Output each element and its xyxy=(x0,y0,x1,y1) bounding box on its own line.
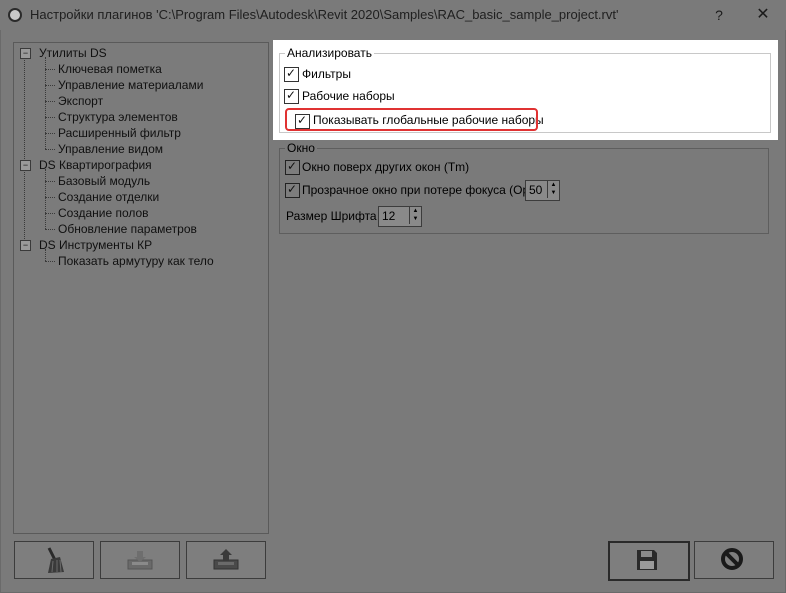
font-size-value: 12 xyxy=(382,209,396,223)
worksets-label: Рабочие наборы xyxy=(302,89,395,103)
help-button[interactable]: ? xyxy=(706,3,732,27)
analyze-title: Анализировать xyxy=(285,46,374,60)
save-button[interactable] xyxy=(608,541,690,581)
tree-item[interactable]: Создание полов xyxy=(58,206,149,220)
opacity-spinner[interactable]: 50 ▲ ▼ xyxy=(525,180,560,201)
topmost-label: Окно поверх других окон (Tm) xyxy=(302,160,470,174)
tree-item[interactable]: Базовый модуль xyxy=(58,174,150,188)
opacity-value: 50 xyxy=(529,183,543,197)
tree-group-kr-tools[interactable]: DS Инструменты КР xyxy=(39,238,152,252)
tree-group-apartments[interactable]: DS Квартирография xyxy=(39,158,152,172)
export-button[interactable] xyxy=(186,541,266,579)
tree-item[interactable]: Обновление параметров xyxy=(58,222,197,236)
tree-item[interactable]: Управление материалами xyxy=(58,78,203,92)
window-title: Настройки плагинов 'C:\Program Files\Aut… xyxy=(30,7,619,22)
tree-toggle-utilities[interactable]: − xyxy=(20,48,31,59)
tree-branch-line-2 xyxy=(45,169,46,229)
tree-toggle-kr-tools[interactable]: − xyxy=(20,240,31,251)
tree-item[interactable]: Ключевая пометка xyxy=(58,62,162,76)
app-icon xyxy=(8,8,22,22)
transparent-checkbox[interactable]: ✓ xyxy=(285,182,300,198)
tree-item[interactable]: Создание отделки xyxy=(58,190,159,204)
clear-button[interactable] xyxy=(14,541,94,579)
tree-item[interactable]: Расширенный фильтр xyxy=(58,126,181,140)
export-tray-icon xyxy=(213,549,239,570)
topmost-checkbox[interactable]: ✓ xyxy=(285,159,300,175)
window-group-title: Окно xyxy=(285,141,317,155)
filters-checkbox[interactable]: ✓ xyxy=(284,66,299,82)
plugin-tree[interactable]: − Утилиты DS Ключевая пометка Управление… xyxy=(13,42,269,534)
title-bar: Настройки плагинов 'C:\Program Files\Aut… xyxy=(0,0,786,30)
floppy-disk-icon xyxy=(637,550,657,570)
import-tray-icon xyxy=(127,551,153,570)
tree-group-utilities[interactable]: Утилиты DS xyxy=(39,46,107,60)
spinner-arrows-icon[interactable]: ▲ ▼ xyxy=(409,207,421,224)
filters-label: Фильтры xyxy=(302,67,351,81)
cancel-button[interactable] xyxy=(694,541,774,579)
tree-toggle-apartments[interactable]: − xyxy=(20,160,31,171)
tree-item[interactable]: Показать армутуру как тело xyxy=(58,254,214,268)
broom-icon xyxy=(47,547,64,573)
spinner-arrows-icon[interactable]: ▲ ▼ xyxy=(547,181,559,198)
highlight-box xyxy=(285,108,538,131)
tree-branch-line-1 xyxy=(45,57,46,149)
tree-item-selected[interactable]: Управление видом xyxy=(58,142,163,156)
font-size-label: Размер Шрифта xyxy=(286,209,377,223)
tree-item[interactable]: Экспорт xyxy=(58,94,103,108)
tree-item[interactable]: Структура элементов xyxy=(58,110,178,124)
worksets-checkbox[interactable]: ✓ xyxy=(284,88,299,104)
cancel-icon xyxy=(721,548,743,570)
font-size-spinner[interactable]: 12 ▲ ▼ xyxy=(378,206,422,227)
close-button[interactable]: ✕ xyxy=(748,3,778,27)
transparent-label: Прозрачное окно при потере фокуса (Op) xyxy=(302,183,534,197)
import-button[interactable] xyxy=(100,541,180,579)
tree-root-line xyxy=(24,57,25,245)
